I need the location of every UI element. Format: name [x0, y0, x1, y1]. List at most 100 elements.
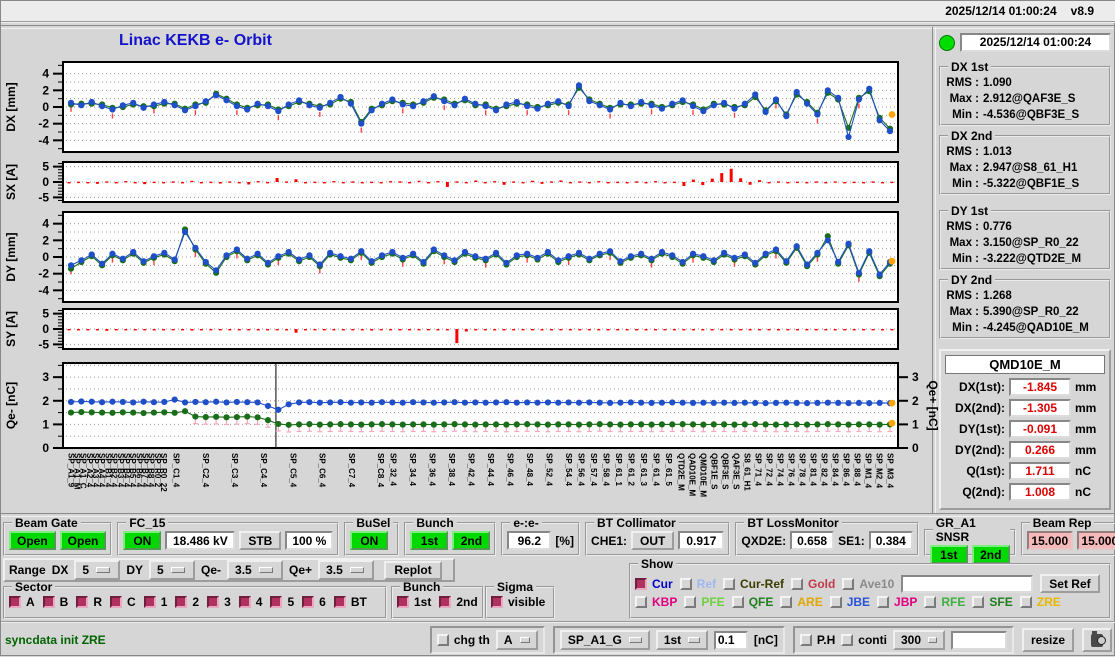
show-checkbox-jbp[interactable]: JBP: [877, 595, 917, 609]
show-checkbox-zre[interactable]: ZRE: [1019, 595, 1061, 609]
points-dropdown[interactable]: 300: [892, 630, 945, 650]
show-checkbox-ref[interactable]: Ref: [679, 577, 716, 591]
bunch-checkbox-1st[interactable]: 1st: [397, 595, 431, 609]
sector-checkbox-b[interactable]: B: [42, 595, 68, 609]
checkbox-icon: [842, 577, 855, 590]
beam-gate-open-button-1[interactable]: Open: [9, 531, 56, 550]
bunch-1st-button[interactable]: 1st: [410, 531, 449, 550]
range-dy-dropdown[interactable]: 5: [149, 560, 196, 580]
range-qe-plus-dropdown[interactable]: 3.5: [318, 560, 375, 580]
show-checkbox-rfe[interactable]: RFE: [924, 595, 965, 609]
bt-lossmonitor-group: BT LossMonitor QXD2E: 0.658 SE1: 0.384: [735, 516, 919, 556]
set-ref-button[interactable]: Set Ref: [1040, 574, 1100, 593]
x-axis-label: SP_61_3: [639, 453, 649, 486]
monitor-select-dropdown[interactable]: SP_A1_G: [559, 630, 650, 650]
status-message: syncdata init ZRE: [5, 633, 106, 647]
sector-checkbox-a[interactable]: A: [9, 595, 35, 609]
svg-text:-2: -2: [38, 117, 49, 131]
range-qe-minus-dropdown[interactable]: 3.5: [227, 560, 284, 580]
ph-checkbox[interactable]: P.H: [799, 633, 835, 647]
resize-button[interactable]: resize: [1021, 628, 1074, 652]
sector-checkbox-c[interactable]: C: [110, 595, 136, 609]
sector-checkbox-1[interactable]: 1: [143, 595, 167, 609]
extra-input[interactable]: [950, 630, 1007, 650]
right-panel: 2025/12/14 01:00:24 DX 1st RMS : 1.090 Ma…: [939, 29, 1111, 510]
fc15-stb-button[interactable]: STB: [239, 531, 282, 550]
svg-text:5: 5: [42, 160, 49, 174]
sector-checkbox-4[interactable]: 4: [238, 595, 262, 609]
svg-text:-5: -5: [38, 337, 49, 351]
dropdown-indicator-icon: [628, 637, 642, 643]
conti-checkbox[interactable]: conti: [841, 633, 887, 647]
show-checkbox-ave10[interactable]: Ave10: [842, 577, 894, 591]
checkbox-icon: [972, 596, 985, 608]
sector-checkbox-3[interactable]: 3: [207, 595, 231, 609]
threshold-input[interactable]: [713, 630, 748, 650]
range-qe-plus-value: 3.5: [326, 563, 343, 577]
svg-text:0: 0: [912, 441, 919, 455]
e-ratio-group: e-:e- 96.2 [%]: [501, 516, 581, 556]
x-axis-label: SP_42_4: [466, 453, 476, 486]
show-checkbox-cur-ref[interactable]: Cur-Ref: [723, 577, 784, 591]
che1-out-button[interactable]: OUT: [631, 531, 675, 550]
rms-value: 0.776: [983, 221, 1012, 233]
monitor-row-label: DY(2nd):: [955, 443, 1005, 457]
bunch-checkbox-2nd[interactable]: 2nd: [439, 595, 478, 609]
sector-checkbox-2[interactable]: 2: [175, 595, 199, 609]
monitor-row: Q(2nd): 1.008 nC: [945, 483, 1105, 501]
checkbox-label: BT: [350, 595, 367, 609]
fc15-on-button[interactable]: ON: [123, 531, 162, 550]
replot-button[interactable]: Replot: [384, 560, 443, 580]
monitor-row-value: -1.845: [1009, 378, 1071, 396]
busel-on-button[interactable]: ON: [350, 531, 389, 550]
show-checkbox-pfe[interactable]: PFE: [684, 595, 725, 609]
monitor-row-value: -1.305: [1009, 399, 1071, 417]
che1-label: CHE1:: [591, 533, 628, 548]
sigma-visible-checkbox[interactable]: visible: [491, 595, 545, 609]
chart-dx: 4 2 0 -2 -4 DX [mm]: [4, 61, 899, 153]
sector-checkbox-6[interactable]: 6: [302, 595, 326, 609]
x-axis-label: SP_48_4: [525, 453, 534, 486]
show-checkbox-kbp[interactable]: KBP: [635, 595, 677, 609]
show-checkbox-jbe[interactable]: JBE: [829, 595, 871, 609]
camera-button[interactable]: [1082, 628, 1112, 652]
min-label: Min :: [952, 109, 979, 121]
ref-file-input[interactable]: [901, 574, 1034, 593]
show-checkbox-are[interactable]: ARE: [780, 595, 823, 609]
bunch-2nd-button[interactable]: 2nd: [452, 531, 491, 550]
checkbox-label: JBE: [846, 595, 871, 609]
x-axis-label: SP_C3_4: [230, 453, 239, 488]
dropdown-indicator-icon: [349, 567, 364, 573]
bunch-select-dropdown[interactable]: 1st: [655, 630, 708, 650]
x-axis-label: SP_C7_4: [346, 453, 356, 488]
show-row-2: KBP PFE QFE ARE JBE JBP RFE SFE ZRE: [635, 595, 1105, 609]
show-checkbox-cur[interactable]: Cur: [635, 577, 673, 591]
show-checkbox-sfe[interactable]: SFE: [972, 595, 1013, 609]
show-legend: Show: [641, 557, 673, 571]
dropdown-indicator-icon: [519, 637, 530, 643]
chart-qe: 3 2 1 0 Qe- [nC] 3 2 1 0 Qe+ [nC]: [4, 362, 940, 455]
checkbox-icon: [143, 596, 156, 608]
statusbar: syncdata init ZRE chg th A SP_A1_G 1st […: [1, 621, 1115, 657]
range-dx-dropdown[interactable]: 5: [74, 560, 121, 580]
monitor-name-field[interactable]: QMD10E_M: [945, 355, 1105, 374]
sector-checkbox-bt[interactable]: BT: [333, 595, 367, 609]
show-checkbox-gold[interactable]: Gold: [791, 577, 835, 591]
sector-checkbox-5[interactable]: 5: [270, 595, 294, 609]
busel-group: BuSel ON: [344, 516, 400, 556]
show-checkbox-qfe[interactable]: QFE: [731, 595, 773, 609]
rms-value: 1.090: [983, 77, 1012, 89]
min-value: -5.322@QBF1E_S: [983, 178, 1080, 190]
range-qe-minus-value: 3.5: [235, 563, 252, 577]
sector-checkbox-r[interactable]: R: [76, 595, 102, 609]
chg-th-checkbox[interactable]: chg th: [436, 633, 490, 647]
chg-th-value: A: [503, 633, 513, 647]
beam-gate-open-button-2[interactable]: Open: [59, 531, 107, 550]
bunch-filter-legend: Bunch: [403, 580, 441, 594]
range-dx-label: DX: [51, 563, 69, 577]
checkbox-label: visible: [508, 595, 546, 609]
rms-label: RMS :: [946, 146, 979, 158]
monitor-row: DX(2nd): -1.305 mm: [945, 399, 1105, 417]
svg-text:0: 0: [42, 175, 49, 189]
chg-th-dropdown[interactable]: A: [495, 630, 538, 650]
